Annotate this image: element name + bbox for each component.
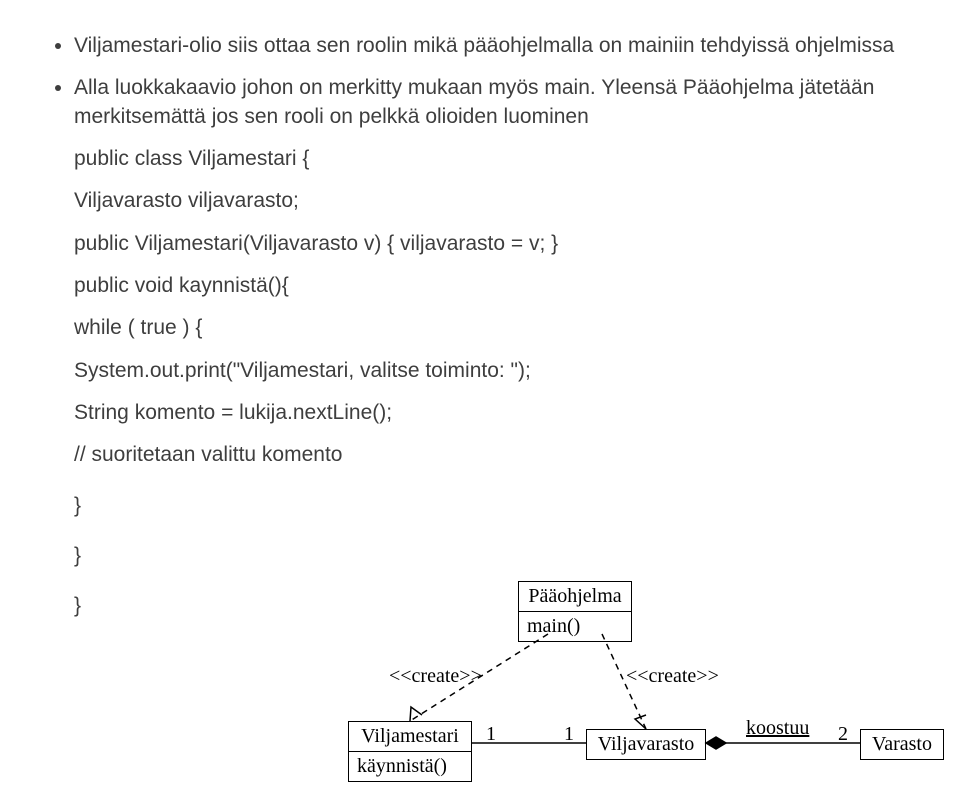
code-line: public void kaynnistä(){ [74,272,912,300]
uml-viljavarasto-name: Viljavarasto [587,730,705,759]
code-line: public Viljamestari(Viljavarasto v) { vi… [74,230,912,258]
code-line: // suoritetaan valittu komento [74,441,912,469]
code-line: public class Viljamestari { [74,145,912,173]
uml-paaohjelma-method: main() [519,611,631,641]
bullet-2: Alla luokkakaavio johon on merkitty muka… [74,74,912,131]
uml-paaohjelma-name: Pääohjelma [519,582,631,611]
uml-create-label-right: <<create>> [626,663,719,690]
code-line: } [74,492,912,520]
code-line: System.out.print("Viljamestari, valitse … [74,357,912,385]
code-line: while ( true ) { [74,314,912,342]
uml-multiplicity-right: 1 [564,721,574,748]
uml-multiplicity-left: 1 [486,721,496,748]
uml-viljamestari-box: Viljamestari käynnistä() [348,721,472,782]
uml-create-label-left: <<create>> [389,663,482,690]
uml-koostuu-label: koostuu [746,715,809,742]
code-line: String komento = lukija.nextLine(); [74,399,912,427]
uml-viljavarasto-box: Viljavarasto [586,729,706,760]
code-block: public class Viljamestari { Viljavarasto… [74,145,912,621]
bullet-1: Viljamestari-olio siis ottaa sen roolin … [74,32,912,60]
uml-viljamestari-method: käynnistä() [349,751,471,781]
uml-viljamestari-name: Viljamestari [349,722,471,751]
uml-diagram: Pääohjelma main() Viljamestari käynnistä… [348,581,948,801]
code-line: Viljavarasto viljavarasto; [74,187,912,215]
uml-varasto-name: Varasto [861,730,943,759]
uml-paaohjelma-box: Pääohjelma main() [518,581,632,642]
code-line: } [74,542,912,570]
uml-varasto-box: Varasto [860,729,944,760]
uml-multiplicity-varasto: 2 [838,721,848,748]
